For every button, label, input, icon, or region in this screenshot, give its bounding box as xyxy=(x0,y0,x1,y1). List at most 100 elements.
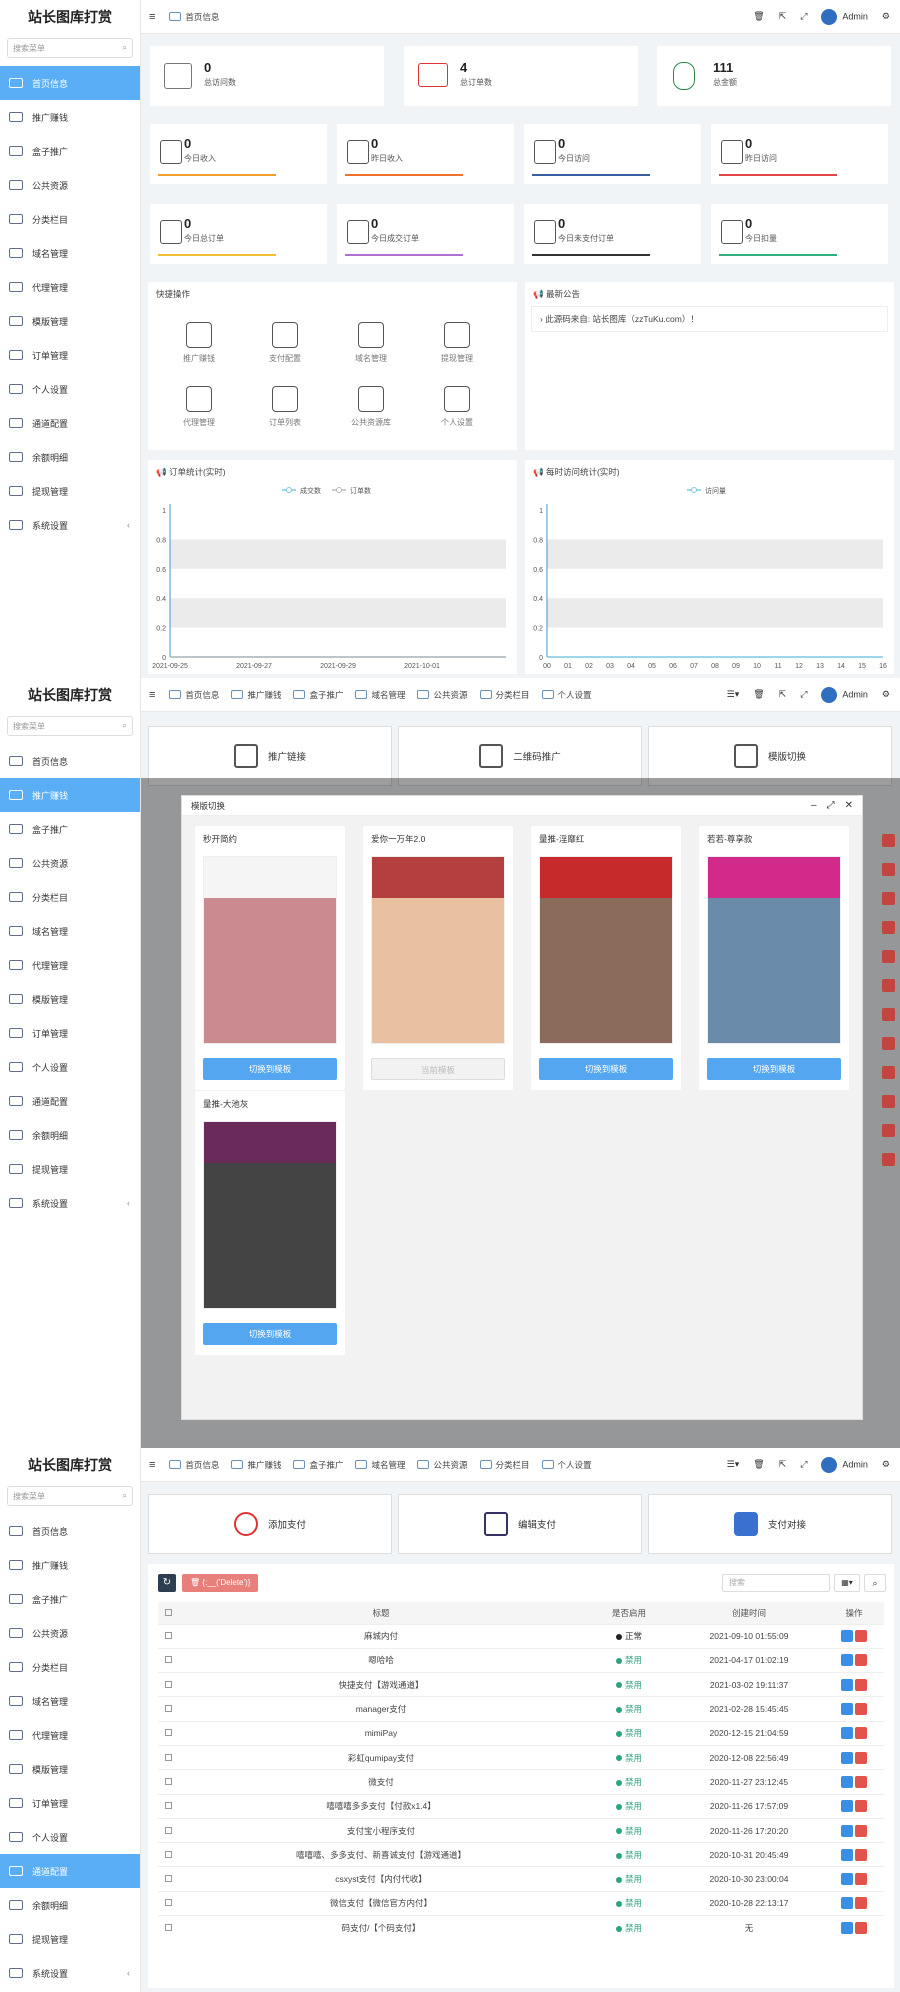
quick-action-1[interactable]: 支付配置 xyxy=(250,322,320,364)
row-status[interactable]: 禁用 xyxy=(584,1915,674,1940)
trash-icon[interactable]: 🗑 xyxy=(753,689,764,700)
topbar-tab-0[interactable]: 首页信息 xyxy=(169,1459,219,1471)
refresh-button[interactable]: ↻ xyxy=(158,1574,176,1592)
sidebar-item-3[interactable]: 公共资源 xyxy=(0,846,140,880)
trash-icon[interactable] xyxy=(855,1873,867,1886)
row-select[interactable] xyxy=(158,1866,178,1892)
switch-template-button[interactable]: 切换到模板 xyxy=(707,1058,841,1080)
row-checkbox[interactable] xyxy=(164,1632,172,1640)
external-link-icon[interactable]: ⇱ xyxy=(779,11,787,22)
topbar-tab-1[interactable]: 推广赚钱 xyxy=(231,1459,281,1471)
row-checkbox[interactable] xyxy=(164,1680,172,1688)
topbar-tab-5[interactable]: 分类栏目 xyxy=(479,689,530,701)
table-row[interactable]: 码支付/【个码支付】 禁用 无 xyxy=(158,1915,884,1940)
quick-action-4[interactable]: 代理管理 xyxy=(164,386,234,428)
trash-icon[interactable] xyxy=(855,1751,867,1764)
sidebar-item-10[interactable]: 通道配置 xyxy=(0,1854,140,1888)
topbar-tab-0[interactable]: 首页信息 xyxy=(169,689,219,701)
edit-icon[interactable] xyxy=(841,1897,853,1910)
topbar-tab-4[interactable]: 公共资源 xyxy=(417,1459,468,1471)
table-row[interactable]: csxyst支付【内付代收】 禁用 2020-10-30 23:00:04 xyxy=(158,1866,884,1892)
table-row[interactable]: 嗯哈哈 禁用 2021-04-17 01:02:19 xyxy=(158,1647,884,1673)
row-checkbox[interactable] xyxy=(164,1802,172,1810)
sidebar-item-1[interactable]: 推广赚钱 xyxy=(0,100,140,134)
sidebar-item-8[interactable]: 订单管理 xyxy=(0,1016,140,1050)
edit-icon[interactable] xyxy=(841,1703,853,1716)
template-switch-tab[interactable]: 模版切换 xyxy=(648,726,892,786)
minimize-icon[interactable]: – xyxy=(811,800,817,811)
delete-button[interactable]: 🗑 {:__('Delete')} xyxy=(182,1574,259,1592)
sidebar-item-4[interactable]: 分类栏目 xyxy=(0,202,140,236)
edit-icon[interactable] xyxy=(841,1824,853,1837)
row-select[interactable] xyxy=(158,1672,178,1697)
row-status[interactable]: 禁用 xyxy=(584,1647,674,1673)
col-title[interactable]: 标题 xyxy=(178,1602,584,1624)
edit-icon[interactable] xyxy=(841,1630,853,1643)
row-select[interactable] xyxy=(158,1647,178,1673)
sidebar-item-3[interactable]: 公共资源 xyxy=(0,1616,140,1650)
sidebar-item-8[interactable]: 订单管理 xyxy=(0,1786,140,1820)
sidebar-item-11[interactable]: 余额明细 xyxy=(0,1118,140,1152)
edit-payment-tab[interactable]: 编辑支付 xyxy=(398,1494,642,1554)
row-checkbox[interactable] xyxy=(164,1899,172,1907)
sidebar-item-9[interactable]: 个人设置 xyxy=(0,1050,140,1084)
sidebar-item-5[interactable]: 域名管理 xyxy=(0,914,140,948)
menu-toggle-icon[interactable]: ≡ xyxy=(149,11,155,23)
row-select[interactable] xyxy=(158,1769,178,1795)
sidebar-item-5[interactable]: 域名管理 xyxy=(0,1684,140,1718)
row-select[interactable] xyxy=(158,1744,178,1770)
add-payment-tab[interactable]: 添加支付 xyxy=(148,1494,392,1554)
table-row[interactable]: 嘻嘻嘻、多多支付、新喜诚支付【游戏通道】 禁用 2020-10-31 20:45… xyxy=(158,1842,884,1867)
external-link-icon[interactable]: ⇱ xyxy=(779,1459,787,1470)
row-delete-button[interactable] xyxy=(882,1008,895,1021)
sidebar-item-4[interactable]: 分类栏目 xyxy=(0,1650,140,1684)
row-checkbox[interactable] xyxy=(164,1777,172,1785)
quick-action-3[interactable]: 提现管理 xyxy=(422,322,492,364)
sidebar-item-0[interactable]: 首页信息 xyxy=(0,744,140,778)
sidebar-item-12[interactable]: 提现管理 xyxy=(0,1922,140,1956)
promo-link-tab[interactable]: 推广链接 xyxy=(148,726,392,786)
edit-icon[interactable] xyxy=(841,1873,853,1886)
sidebar-item-7[interactable]: 模版管理 xyxy=(0,304,140,338)
table-row[interactable]: 麻城内付 正常 2021-09-10 01:55:09 xyxy=(158,1623,884,1649)
row-select[interactable] xyxy=(158,1696,178,1722)
quick-action-5[interactable]: 订单列表 xyxy=(250,386,320,428)
row-status[interactable]: 禁用 xyxy=(584,1793,674,1819)
row-delete-button[interactable] xyxy=(882,863,895,876)
sidebar-item-0[interactable]: 首页信息 xyxy=(0,1514,140,1548)
row-delete-button[interactable] xyxy=(882,892,895,905)
trash-icon[interactable] xyxy=(855,1921,867,1934)
topbar-tab-6[interactable]: 个人设置 xyxy=(541,689,592,701)
sidebar-item-2[interactable]: 盒子推广 xyxy=(0,812,140,846)
sidebar-item-9[interactable]: 个人设置 xyxy=(0,1820,140,1854)
current-template-button[interactable]: 当前模板 xyxy=(371,1058,505,1080)
legend-label[interactable]: 订单数 xyxy=(350,486,371,495)
trash-icon[interactable] xyxy=(855,1727,867,1740)
quick-action-7[interactable]: 个人设置 xyxy=(422,386,492,428)
edit-icon[interactable] xyxy=(841,1848,853,1861)
external-link-icon[interactable]: ⇱ xyxy=(779,689,787,700)
switch-template-button[interactable]: 切换到模板 xyxy=(203,1058,337,1080)
row-select[interactable] xyxy=(158,1915,178,1940)
edit-icon[interactable] xyxy=(841,1751,853,1764)
payment-integration-tab[interactable]: 支付对接 xyxy=(648,1494,892,1554)
row-status[interactable]: 禁用 xyxy=(584,1842,674,1867)
switch-template-button[interactable]: 切换到模板 xyxy=(539,1058,673,1080)
sidebar-item-1[interactable]: 推广赚钱 xyxy=(0,778,140,812)
gear-icon[interactable]: ⚙ xyxy=(882,1459,890,1470)
sidebar-item-12[interactable]: 提现管理 xyxy=(0,474,140,508)
trash-icon[interactable] xyxy=(855,1848,867,1861)
sidebar-item-2[interactable]: 盒子推广 xyxy=(0,134,140,168)
quick-action-6[interactable]: 公共资源库 xyxy=(336,386,406,428)
sidebar-item-12[interactable]: 提现管理 xyxy=(0,1152,140,1186)
menu-toggle-icon[interactable]: ≡ xyxy=(149,1459,155,1471)
menu-search-input[interactable]: 搜索菜单 ⌕ xyxy=(7,1486,133,1506)
row-status[interactable]: 禁用 xyxy=(584,1720,674,1746)
trash-icon[interactable] xyxy=(855,1654,867,1667)
row-status[interactable]: 禁用 xyxy=(584,1817,674,1843)
row-checkbox[interactable] xyxy=(164,1850,172,1858)
sidebar-item-7[interactable]: 模版管理 xyxy=(0,1752,140,1786)
trash-icon[interactable] xyxy=(855,1678,867,1691)
row-select[interactable] xyxy=(158,1890,178,1916)
sidebar-item-3[interactable]: 公共资源 xyxy=(0,168,140,202)
